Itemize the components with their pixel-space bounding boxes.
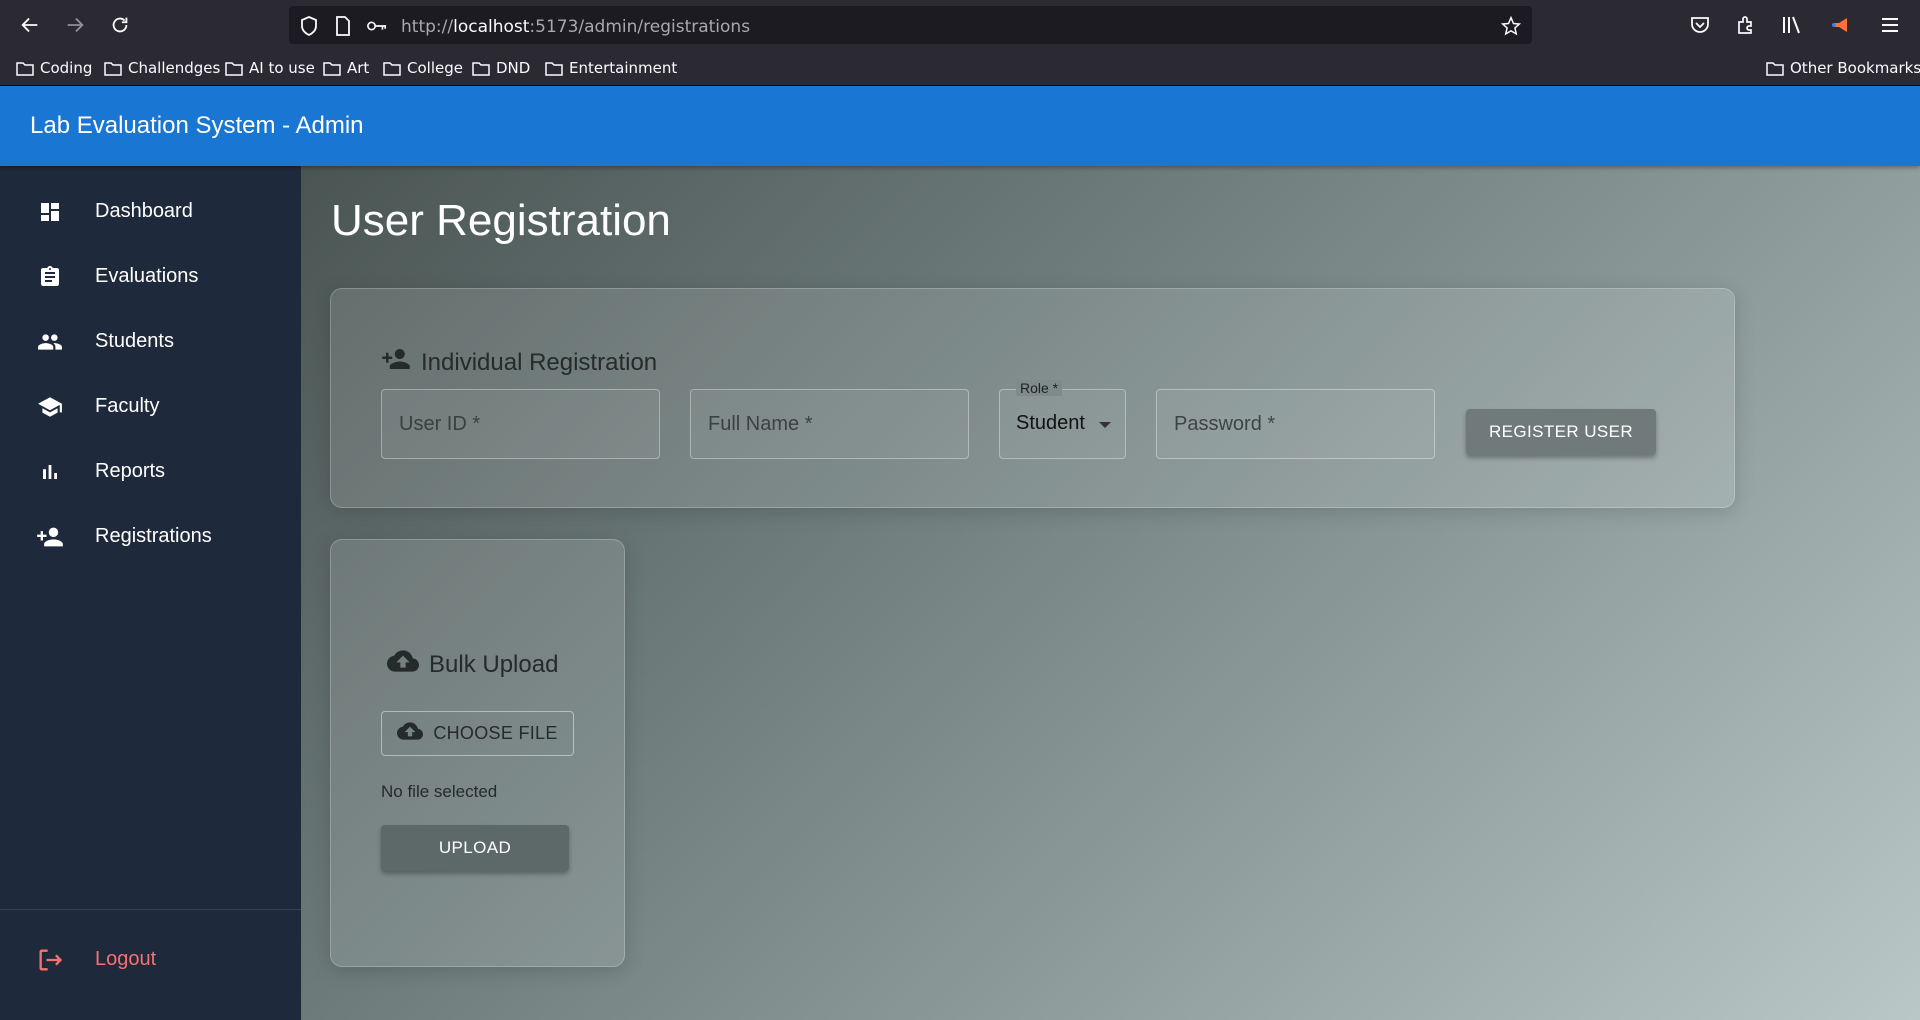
folder-icon xyxy=(383,61,401,76)
logout-label: Logout xyxy=(95,948,157,970)
person-add-icon xyxy=(381,344,411,381)
folder-icon xyxy=(323,61,341,76)
bookmark-folder-ai-to-use[interactable]: AI to use xyxy=(225,58,315,78)
sidebar-item-registrations[interactable]: Registrations xyxy=(0,504,301,569)
sidebar-item-students[interactable]: Students xyxy=(0,309,301,374)
forward-arrow-icon xyxy=(67,17,84,33)
bookmark-folder-dnd[interactable]: DND xyxy=(472,58,530,78)
address-bar[interactable]: http://localhost:5173/admin/registration… xyxy=(289,6,1532,44)
folder-icon xyxy=(225,61,243,76)
page-title: User Registration xyxy=(331,196,671,245)
sidebar-item-label: Students xyxy=(95,330,174,352)
bookmark-folder-entertainment[interactable]: Entertainment xyxy=(545,58,677,78)
bulk-upload-card: Bulk Upload CHOOSE FILE No file selected… xyxy=(330,539,625,967)
bookmark-label: College xyxy=(407,59,463,77)
reload-button[interactable] xyxy=(106,11,134,39)
dashboard-icon xyxy=(36,198,64,226)
forward-button[interactable] xyxy=(61,11,89,39)
cloud-upload-icon xyxy=(397,718,424,749)
user-id-field xyxy=(381,389,660,459)
bookmark-label: Entertainment xyxy=(569,59,678,77)
full-name-input[interactable] xyxy=(691,390,968,458)
sidebar-item-reports[interactable]: Reports xyxy=(0,439,301,504)
password-input[interactable] xyxy=(1157,390,1434,458)
sidebar-item-evaluations[interactable]: Evaluations xyxy=(0,244,301,309)
bookmark-folder-college[interactable]: College xyxy=(383,58,463,78)
sidebar-item-label: Dashboard xyxy=(95,200,193,222)
sidebar-divider xyxy=(0,909,301,910)
bookmark-label: Coding xyxy=(40,59,93,77)
bookmark-label: Art xyxy=(347,59,370,77)
user-id-input[interactable] xyxy=(382,390,659,458)
sidebar-item-dashboard[interactable]: Dashboard xyxy=(0,179,301,244)
choose-file-label: CHOOSE FILE xyxy=(433,723,558,743)
bookmark-label: DND xyxy=(496,59,531,77)
role-select[interactable]: Role * Student xyxy=(999,380,1126,459)
sidebar-item-label: Reports xyxy=(95,460,166,482)
folder-icon xyxy=(1766,61,1784,76)
sidebar-item-label: Registrations xyxy=(95,525,212,547)
library-icon[interactable] xyxy=(1780,13,1804,37)
app-title: Lab Evaluation System - Admin xyxy=(30,112,364,139)
bookmark-folder-coding[interactable]: Coding xyxy=(16,58,92,78)
bookmark-label: AI to use xyxy=(249,59,315,77)
url-text[interactable]: http://localhost:5173/admin/registration… xyxy=(401,17,750,37)
section-title-text: Individual Registration xyxy=(421,348,658,376)
url-path: :5173/admin/registrations xyxy=(529,17,751,37)
folder-icon xyxy=(545,61,563,76)
logout-button[interactable]: Logout xyxy=(0,927,301,992)
pocket-icon[interactable] xyxy=(1688,13,1712,37)
bulk-upload-heading: Bulk Upload xyxy=(387,645,558,684)
extensions-icon[interactable] xyxy=(1734,13,1758,37)
bookmark-folder-challendges[interactable]: Challendges xyxy=(104,58,220,78)
back-arrow-icon xyxy=(21,17,38,33)
sidebar-item-label: Faculty xyxy=(95,395,160,417)
logout-icon xyxy=(36,946,64,974)
reload-icon xyxy=(112,17,128,33)
addon-megaphone-icon[interactable] xyxy=(1830,13,1854,37)
sidebar-item-label: Evaluations xyxy=(95,265,199,287)
menu-icon[interactable] xyxy=(1878,13,1902,37)
bookmark-label: Challendges xyxy=(128,59,221,77)
section-title-text: Bulk Upload xyxy=(429,650,559,678)
role-value: Student xyxy=(1016,412,1085,434)
app-header: Lab Evaluation System - Admin xyxy=(0,86,1920,166)
folder-icon xyxy=(472,61,490,76)
full-name-field xyxy=(690,389,969,459)
sidebar-item-faculty[interactable]: Faculty xyxy=(0,374,301,439)
school-icon xyxy=(36,393,64,421)
dropdown-arrow-icon xyxy=(1099,422,1111,428)
upload-button[interactable]: UPLOAD xyxy=(381,825,569,871)
register-user-button[interactable]: REGISTER USER xyxy=(1466,409,1656,455)
password-field xyxy=(1156,389,1435,459)
bookmarks-bar: Coding Challendges AI to use Art College… xyxy=(0,50,1920,86)
main-content: User Registration Individual Registratio… xyxy=(301,166,1920,1020)
bookmark-folder-art[interactable]: Art xyxy=(323,58,369,78)
shield-icon[interactable] xyxy=(299,16,319,36)
bookmark-label: Other Bookmarks xyxy=(1790,59,1920,77)
bookmark-folder-other[interactable]: Other Bookmarks xyxy=(1766,58,1920,78)
cloud-upload-icon xyxy=(387,645,419,684)
folder-icon xyxy=(104,61,122,76)
individual-registration-heading: Individual Registration xyxy=(381,344,657,381)
url-prefix: http:// xyxy=(401,17,454,37)
person-add-icon xyxy=(36,523,64,551)
file-status-text: No file selected xyxy=(381,782,498,801)
bookmark-star-icon[interactable] xyxy=(1501,16,1521,36)
folder-icon xyxy=(16,61,34,76)
clipboard-icon xyxy=(36,263,64,291)
people-icon xyxy=(36,328,64,356)
bar-chart-icon xyxy=(36,458,64,486)
choose-file-button[interactable]: CHOOSE FILE xyxy=(381,711,574,756)
page-icon xyxy=(333,16,353,36)
individual-registration-card: Individual Registration Role * Student R… xyxy=(330,288,1735,508)
url-host: localhost xyxy=(453,17,530,37)
back-button[interactable] xyxy=(16,11,44,39)
browser-toolbar: http://localhost:5173/admin/registration… xyxy=(0,0,1920,50)
sidebar: Dashboard Evaluations Students Faculty R… xyxy=(0,166,301,1020)
key-icon[interactable] xyxy=(367,16,387,36)
role-label: Role * xyxy=(1016,380,1063,396)
